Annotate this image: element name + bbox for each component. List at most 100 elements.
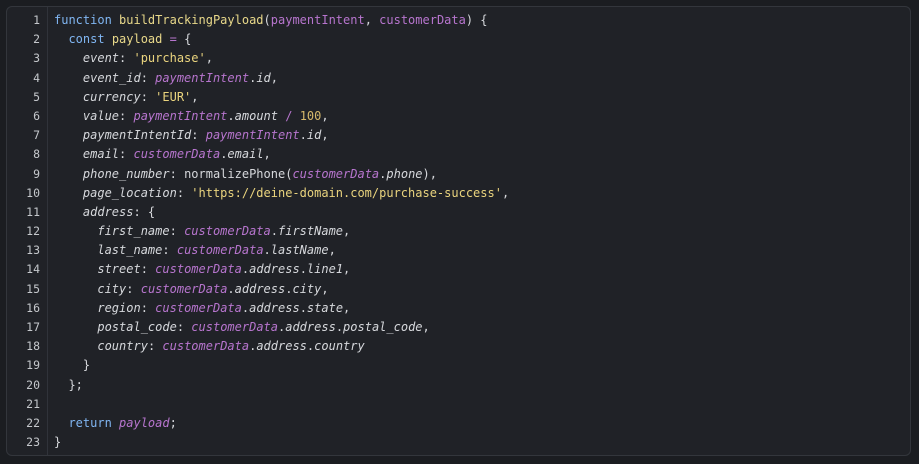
code-token: , bbox=[343, 224, 351, 239]
code-line: 6 value: paymentIntent.amount / 100, bbox=[7, 107, 910, 126]
code-token: } bbox=[54, 435, 62, 450]
code-token: , bbox=[321, 128, 329, 143]
code-token: customerData bbox=[155, 262, 242, 277]
code-token: : bbox=[119, 51, 134, 66]
code-text: currency: 'EUR', bbox=[54, 88, 199, 107]
line-number: 16 bbox=[26, 300, 40, 315]
code-token: 'https://deine-domain.com/purchase-succe… bbox=[191, 185, 502, 200]
code-token: normalizePhone bbox=[184, 166, 286, 181]
code-text: event: 'purchase', bbox=[54, 49, 213, 68]
line-number: 5 bbox=[33, 89, 40, 104]
code-token: phone bbox=[386, 166, 423, 181]
line-number: 13 bbox=[26, 243, 40, 258]
line-number: 19 bbox=[26, 358, 40, 373]
code-line: 5 currency: 'EUR', bbox=[7, 88, 910, 107]
code-token: , bbox=[364, 13, 380, 27]
code-line: 2 const payload = { bbox=[7, 30, 910, 49]
code-token: : bbox=[119, 108, 134, 123]
code-token: amount bbox=[234, 108, 278, 123]
code-token: : bbox=[140, 70, 156, 85]
code-token: customerData bbox=[162, 339, 250, 354]
code-token: : bbox=[140, 300, 156, 315]
code-token: address bbox=[256, 339, 307, 354]
line-number: 1 bbox=[33, 13, 40, 27]
line-number: 10 bbox=[26, 185, 40, 200]
code-line: 16 region: customerData.address.state, bbox=[7, 299, 910, 318]
code-token: paymentIntent bbox=[270, 13, 365, 27]
code-line: 1 function buildTrackingPayload(paymentIn… bbox=[7, 11, 910, 30]
line-number: 15 bbox=[26, 281, 40, 296]
code-line: 17 postal_code: customerData.address.pos… bbox=[7, 318, 910, 337]
code-token: . bbox=[335, 320, 344, 334]
code-text: event_id: paymentIntent.id, bbox=[54, 69, 278, 88]
code-token: , bbox=[328, 243, 336, 258]
code-token: , bbox=[343, 300, 351, 315]
code-token: paymentIntent bbox=[133, 108, 228, 123]
code-text: first_name: customerData.firstName, bbox=[54, 222, 350, 241]
code-token: : bbox=[147, 339, 163, 354]
code-token: address bbox=[234, 281, 286, 296]
code-token: { bbox=[184, 32, 192, 47]
code-token: . bbox=[227, 281, 235, 296]
code-token: page_location bbox=[82, 185, 177, 200]
code-token: = bbox=[162, 32, 185, 47]
code-token: }; bbox=[68, 377, 83, 392]
code-token: customerData bbox=[292, 166, 380, 181]
code-line: 4 event_id: paymentIntent.id, bbox=[7, 69, 910, 88]
code-token: region bbox=[97, 300, 141, 315]
code-token: const bbox=[68, 32, 112, 47]
code-token: . bbox=[299, 262, 307, 277]
line-number: 22 bbox=[26, 415, 40, 430]
code-line: 21 bbox=[7, 395, 910, 414]
code-line: 11 address: { bbox=[7, 203, 910, 222]
code-text: } bbox=[54, 356, 90, 375]
code-token: paymentIntent bbox=[205, 128, 300, 143]
code-token: id bbox=[256, 70, 271, 85]
code-text: last_name: customerData.lastName, bbox=[54, 241, 336, 260]
code-token: 'purchase' bbox=[133, 51, 206, 66]
line-number: 21 bbox=[26, 396, 40, 411]
code-text: const payload = { bbox=[54, 30, 191, 49]
code-token: postal_code bbox=[97, 320, 177, 334]
code-text: return payload; bbox=[54, 414, 177, 433]
code-text: } bbox=[54, 433, 61, 452]
code-token: , bbox=[321, 108, 329, 123]
code-line: 3 event: 'purchase', bbox=[7, 49, 910, 68]
code-token: currency bbox=[82, 89, 141, 104]
code-token: customerData bbox=[155, 300, 242, 315]
line-number: 14 bbox=[26, 262, 40, 277]
code-token: : bbox=[176, 320, 192, 334]
code-token: function bbox=[54, 13, 120, 27]
code-text: postal_code: customerData.address.postal… bbox=[54, 318, 429, 337]
code-line: 22 return payload; bbox=[7, 414, 910, 433]
code-token: last_name bbox=[97, 243, 163, 258]
code-token: . bbox=[270, 224, 278, 239]
code-line: 9 phone_number: normalizePhone(customerD… bbox=[7, 165, 910, 184]
code-line: 13 last_name: customerData.lastName, bbox=[7, 241, 910, 260]
code-text: page_location: 'https://deine-domain.com… bbox=[54, 184, 509, 203]
code-token: : bbox=[162, 243, 177, 258]
code-token: event_id bbox=[82, 70, 141, 85]
code-text: email: customerData.email, bbox=[54, 145, 271, 164]
line-number: 11 bbox=[26, 204, 40, 219]
code-token: , bbox=[501, 185, 510, 200]
code-line: 20 }; bbox=[7, 376, 910, 395]
code-token: ), bbox=[422, 166, 437, 181]
code-line: 14 street: customerData.address.line1, bbox=[7, 260, 910, 279]
code-line: 7 paymentIntentId: paymentIntent.id, bbox=[7, 126, 910, 145]
code-token: ; bbox=[169, 415, 177, 430]
code-token: address bbox=[82, 204, 134, 219]
code-token: . bbox=[299, 128, 307, 143]
line-number: 17 bbox=[26, 320, 40, 334]
code-text: value: paymentIntent.amount / 100, bbox=[54, 107, 329, 126]
